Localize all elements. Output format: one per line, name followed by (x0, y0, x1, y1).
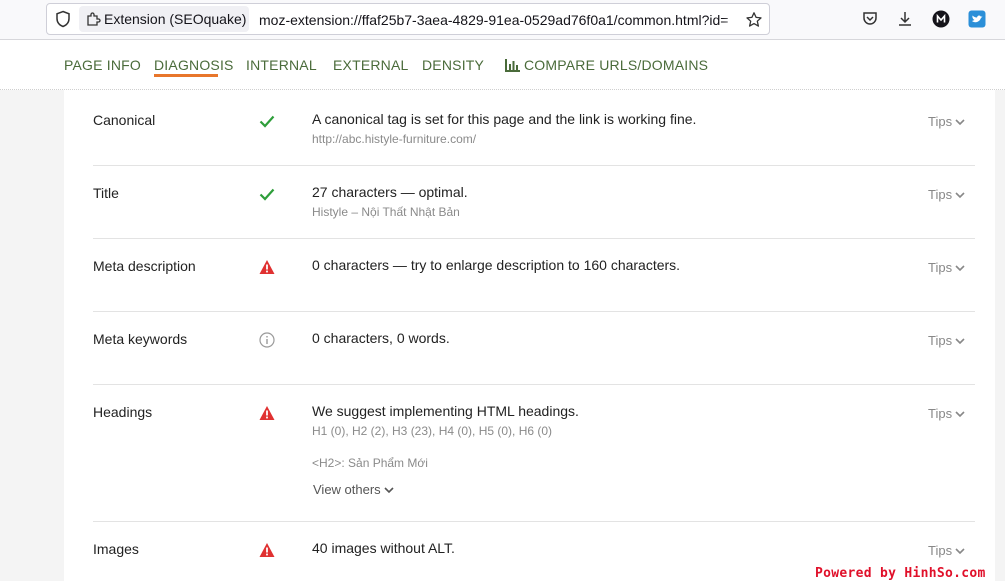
extension-label: Extension (SEOquake) (104, 11, 247, 27)
row-label: Headings (93, 404, 153, 420)
shield-icon[interactable] (54, 10, 72, 28)
tips-label: Tips (928, 543, 953, 558)
active-tab-indicator (154, 74, 218, 77)
chevron-down-icon (955, 548, 965, 555)
tips-toggle[interactable]: Tips (928, 260, 965, 275)
tab-compare-urls[interactable]: COMPARE URLS/DOMAINS (505, 57, 708, 73)
extension-identity[interactable]: Extension (SEOquake) (79, 6, 249, 32)
chevron-down-icon (384, 487, 394, 494)
row-message: 27 characters — optimal. (312, 184, 468, 200)
row-label: Meta description (93, 258, 196, 274)
row-label: Meta keywords (93, 331, 188, 347)
row-label: Canonical (93, 112, 156, 128)
url-text[interactable]: moz-extension://ffaf25b7-3aea-4829-91ea-… (259, 12, 741, 28)
tips-toggle[interactable]: Tips (928, 114, 965, 129)
headings-sample: <H2>: Sản Phẩm Mới (312, 456, 428, 470)
chevron-down-icon (955, 119, 965, 126)
address-bar[interactable]: Extension (SEOquake) moz-extension://ffa… (46, 3, 770, 35)
extension-bird-icon[interactable] (968, 10, 986, 28)
download-icon[interactable] (896, 10, 914, 28)
check-icon (259, 115, 275, 128)
warning-icon (259, 260, 275, 274)
chevron-down-icon (955, 265, 965, 272)
tips-label: Tips (928, 260, 953, 275)
browser-toolbar: Extension (SEOquake) moz-extension://ffa… (0, 0, 1005, 40)
info-icon (259, 332, 275, 348)
bookmark-star-icon[interactable] (745, 11, 763, 29)
headings-count: H1 (0), H2 (2), H3 (23), H4 (0), H5 (0),… (312, 424, 553, 438)
tab-density[interactable]: DENSITY (422, 57, 484, 73)
diagnosis-row-meta-keywords: Meta keywords 0 characters, 0 words. Tip… (93, 312, 975, 385)
right-gutter (995, 90, 1005, 581)
row-message: A canonical tag is set for this page and… (312, 111, 697, 127)
view-others-label: View others (313, 482, 381, 497)
chevron-down-icon (955, 411, 965, 418)
seoquake-tabs: PAGE INFO DIAGNOSIS INTERNAL EXTERNAL DE… (0, 41, 1005, 89)
tips-label: Tips (928, 333, 953, 348)
tabs-divider (0, 89, 1005, 90)
tips-toggle[interactable]: Tips (928, 406, 965, 421)
tab-diagnosis[interactable]: DIAGNOSIS (154, 57, 234, 73)
tips-label: Tips (928, 187, 953, 202)
tips-toggle[interactable]: Tips (928, 333, 965, 348)
view-others-button[interactable]: View others (313, 482, 394, 497)
row-detail-link[interactable]: http://abc.histyle-furniture.com/ (312, 132, 476, 146)
row-label: Images (93, 541, 139, 557)
diagnosis-row-title: Title 27 characters — optimal. Histyle –… (93, 166, 975, 239)
row-message: 0 characters — try to enlarge descriptio… (312, 257, 681, 273)
diagnosis-row-meta-description: Meta description 0 characters — try to e… (93, 239, 975, 312)
account-avatar-icon[interactable] (932, 10, 950, 28)
pocket-icon[interactable] (861, 10, 879, 28)
row-message: 0 characters, 0 words. (312, 330, 450, 346)
tab-internal[interactable]: INTERNAL (246, 57, 317, 73)
chevron-down-icon (955, 192, 965, 199)
watermark: Powered by HinhSo.com (815, 566, 986, 581)
url-fade (723, 6, 743, 32)
bar-chart-icon (505, 59, 520, 72)
tab-external[interactable]: EXTERNAL (333, 57, 409, 73)
tips-toggle[interactable]: Tips (928, 543, 965, 558)
tips-label: Tips (928, 406, 953, 421)
left-gutter (0, 90, 64, 581)
diagnosis-row-headings: Headings We suggest implementing HTML he… (93, 385, 975, 522)
warning-icon (259, 543, 275, 557)
row-detail: Histyle – Nội Thất Nhật Bản (312, 205, 460, 219)
warning-icon (259, 406, 275, 420)
tips-label: Tips (928, 114, 953, 129)
check-icon (259, 188, 275, 201)
tab-page-info[interactable]: PAGE INFO (64, 57, 141, 73)
row-message: We suggest implementing HTML headings. (312, 403, 579, 419)
tips-toggle[interactable]: Tips (928, 187, 965, 202)
puzzle-icon (87, 12, 101, 26)
chevron-down-icon (955, 338, 965, 345)
row-label: Title (93, 185, 119, 201)
row-message: 40 images without ALT. (312, 540, 455, 556)
diagnosis-row-canonical: Canonical A canonical tag is set for thi… (93, 93, 975, 166)
tab-compare-label: COMPARE URLS/DOMAINS (524, 57, 709, 73)
